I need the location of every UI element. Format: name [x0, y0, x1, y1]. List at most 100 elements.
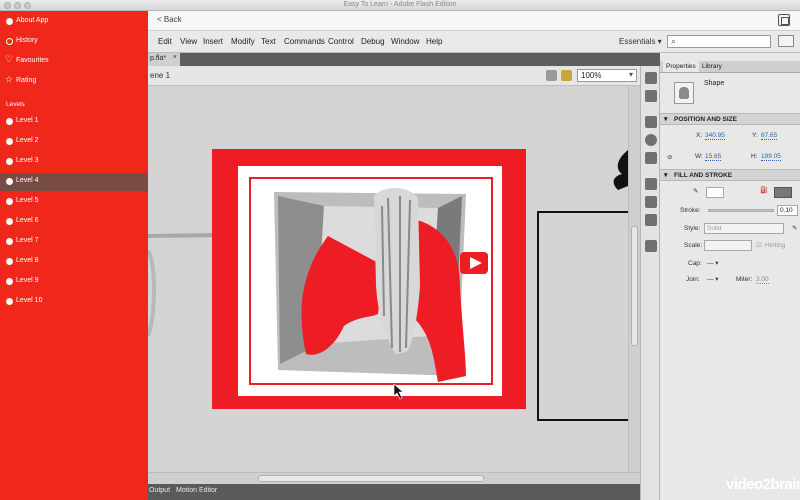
level-icon	[6, 218, 13, 225]
tools-strip	[640, 66, 660, 500]
level-icon	[6, 278, 13, 285]
library-panel-icon[interactable]	[645, 90, 657, 102]
sidebar-item-label: Favourites	[16, 57, 49, 64]
sidebar-item-label: Level 7	[16, 237, 39, 244]
history-icon[interactable]	[645, 178, 657, 190]
black-outline-rect[interactable]	[537, 211, 628, 421]
zoom-select[interactable]: 100%	[577, 69, 637, 82]
code-snippets-icon[interactable]	[645, 214, 657, 226]
link-icon[interactable]: ⊘	[667, 153, 672, 161]
properties-panel-icon[interactable]	[645, 72, 657, 84]
window-title: Easy To Learn - Adobe Flash Edition	[343, 1, 457, 8]
level-icon	[6, 178, 13, 185]
position-size-header[interactable]: POSITION AND SIZE	[660, 113, 800, 125]
document-tab[interactable]: p.fla* ×	[148, 53, 180, 66]
edit-symbols-icon[interactable]	[546, 70, 557, 81]
scale-select[interactable]	[704, 240, 752, 251]
tab-properties[interactable]: Properties	[663, 61, 699, 72]
fill-stroke-header[interactable]: FILL AND STROKE	[660, 169, 800, 181]
menu-debug[interactable]: Debug	[361, 37, 385, 46]
tab-output[interactable]: Output	[149, 487, 170, 494]
menu-modify[interactable]: Modify	[231, 37, 255, 46]
sidebar-item-label: History	[16, 37, 38, 44]
sidebar-item-label: Level 3	[16, 157, 39, 164]
sidebar-item-history[interactable]: History	[0, 33, 148, 51]
info-icon[interactable]	[645, 134, 657, 146]
style-select[interactable]: Solid	[704, 223, 784, 234]
menu-control[interactable]: Control	[328, 37, 354, 46]
scene-label: ene 1	[150, 71, 171, 80]
style-label: Style:	[684, 225, 701, 232]
join-label: Join:	[686, 276, 700, 283]
sidebar-item-favourites[interactable]: Favourites	[0, 53, 148, 71]
horizontal-scrollbar[interactable]	[148, 472, 640, 484]
back-button[interactable]: < Back	[157, 15, 182, 24]
sidebar-item-level-1[interactable]: Level 1	[0, 113, 148, 131]
h-value[interactable]: 199.05	[761, 153, 781, 161]
cap-label: Cap:	[688, 260, 702, 267]
align-icon[interactable]	[645, 116, 657, 128]
sidebar-item-label: Level 1	[16, 117, 39, 124]
tab-motion-editor[interactable]: Motion Editor	[176, 487, 217, 494]
sidebar-item-level-8[interactable]: Level 8	[0, 253, 148, 271]
help-search-input[interactable]: ⌕	[667, 35, 771, 48]
sidebar-item-label: Level 2	[16, 137, 39, 144]
paint-bucket-icon: ⛽	[760, 187, 769, 194]
x-value[interactable]: 340.95	[705, 132, 725, 140]
components-icon[interactable]	[645, 196, 657, 208]
menu-help[interactable]: Help	[426, 37, 442, 46]
vertical-scroll-thumb[interactable]	[631, 226, 638, 346]
stroke-slider[interactable]	[708, 209, 774, 212]
workspace-switcher[interactable]: Essentials ▾	[619, 37, 662, 46]
menu-edit[interactable]: Edit	[158, 37, 172, 46]
stage-canvas[interactable]	[148, 86, 628, 472]
menu-text[interactable]: Text	[261, 37, 276, 46]
stroke-label: Stroke:	[680, 207, 701, 214]
w-value[interactable]: 15.65	[705, 153, 722, 161]
levels-section-title: Levels	[6, 101, 25, 108]
window-title-bar: Easy To Learn - Adobe Flash Edition	[0, 0, 800, 11]
y-value[interactable]: 87.65	[761, 132, 778, 140]
stroke-color-swatch[interactable]	[706, 187, 724, 198]
sidebar-item-label: Rating	[16, 77, 37, 84]
sidebar-item-level-9[interactable]: Level 9	[0, 273, 148, 291]
sidebar-item-level-4[interactable]: Level 4	[0, 173, 148, 191]
sidebar-item-level-2[interactable]: Level 2	[0, 133, 148, 151]
fill-color-swatch[interactable]	[774, 187, 792, 198]
hinting-checkbox[interactable]: ☑	[756, 241, 762, 249]
stroke-input[interactable]: 0.10	[777, 205, 798, 216]
close-icon[interactable]: ×	[173, 54, 177, 61]
sidebar-item-level-5[interactable]: Level 5	[0, 193, 148, 211]
vertical-scrollbar[interactable]	[628, 86, 640, 472]
sidebar-item-rating[interactable]: Rating	[0, 73, 148, 91]
sidebar-item-about-app[interactable]: About App	[0, 13, 148, 31]
properties-tab-bar: Properties Library	[660, 61, 800, 73]
menu-insert[interactable]: Insert	[203, 37, 223, 46]
sidebar-item-level-7[interactable]: Level 7	[0, 233, 148, 251]
info-icon	[6, 18, 13, 25]
sidebar-item-level-3[interactable]: Level 3	[0, 153, 148, 171]
fullscreen-icon[interactable]	[778, 14, 790, 26]
edit-scene-icon[interactable]	[561, 70, 572, 81]
y-label: Y:	[752, 132, 758, 139]
motion-presets-icon[interactable]	[645, 240, 657, 252]
h-label: H:	[751, 153, 758, 160]
black-shape[interactable]	[613, 150, 628, 190]
edit-stroke-icon[interactable]: ✎	[792, 224, 797, 232]
level-icon	[6, 298, 13, 305]
tab-library[interactable]: Library	[699, 63, 725, 70]
transform-icon[interactable]	[645, 152, 657, 164]
cap-select[interactable]: — ▾	[707, 259, 719, 267]
level-icon	[6, 118, 13, 125]
sidebar-item-level-10[interactable]: Level 10	[0, 293, 148, 311]
menu-view[interactable]: View	[180, 37, 197, 46]
menu-commands[interactable]: Commands	[284, 37, 325, 46]
join-select[interactable]: — ▾	[707, 275, 719, 283]
panel-collapse-button[interactable]	[778, 35, 794, 47]
sidebar-item-level-6[interactable]: Level 6	[0, 213, 148, 231]
menu-window[interactable]: Window	[391, 37, 419, 46]
shape-thumbnail-icon	[674, 82, 694, 104]
hinting-label: Hinting	[765, 242, 786, 249]
horizontal-scroll-thumb[interactable]	[258, 475, 484, 482]
miter-value: 3.00	[756, 276, 769, 284]
